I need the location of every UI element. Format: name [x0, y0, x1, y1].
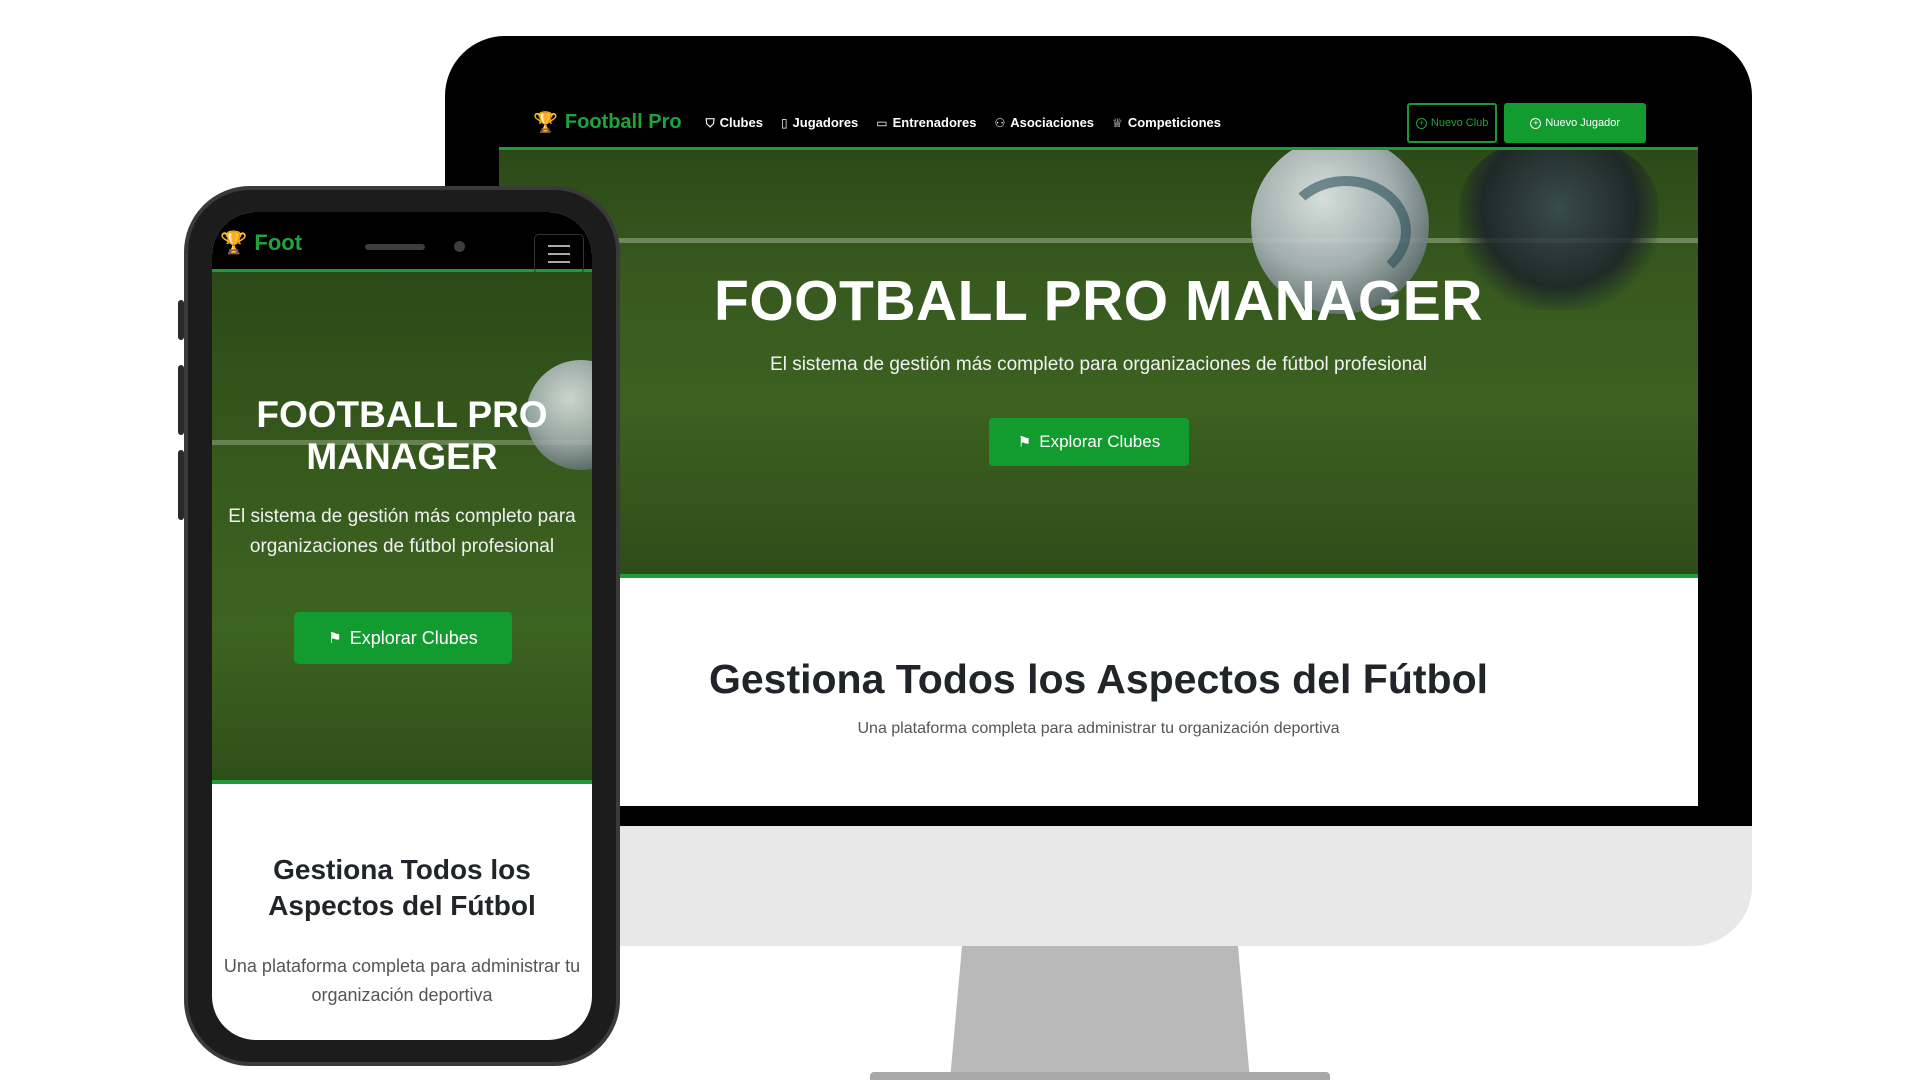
mobile-phone-mockup: 🏆 Foot FOOTBALL PRO MANAGER El sistema d… [178, 186, 620, 1066]
mobile-navbar: 🏆 Foot [212, 212, 592, 274]
hero-title: FOOTBALL PRO MANAGER [714, 269, 1483, 333]
people-icon: ⚇ [994, 115, 1006, 130]
new-club-button[interactable]: + Nuevo Club [1406, 103, 1498, 143]
hero-subtitle: El sistema de gestión más completo para … [770, 354, 1427, 375]
brand-label: Foot [254, 230, 303, 255]
nav-link-label: Entrenadores [892, 115, 977, 130]
mobile-brand[interactable]: 🏆 Foot [220, 230, 302, 256]
nav-link-label: Clubes [719, 115, 763, 130]
nav-link-clubes[interactable]: ⛉ Clubes [706, 115, 763, 130]
nav-link-label: Jugadores [792, 115, 859, 130]
nav-link-label: Competiciones [1127, 115, 1221, 130]
monitor-stand [950, 946, 1250, 1080]
mobile-screen: 🏆 Foot FOOTBALL PRO MANAGER El sistema d… [212, 212, 592, 1040]
hero-subtitle: El sistema de gestión más completo para … [228, 506, 576, 557]
flag-icon: ⚑ [1017, 434, 1032, 451]
hero-title: FOOTBALL PRO MANAGER [256, 394, 548, 477]
explore-clubs-button[interactable]: ⚑ Explorar Clubes [989, 418, 1189, 466]
plus-circle-icon: + [1415, 117, 1427, 129]
desktop-nav-actions: + Nuevo Club + Nuevo Jugador [1406, 103, 1646, 143]
new-club-label: Nuevo Club [1430, 117, 1489, 129]
section-title: Gestiona Todos los Aspectos del Fútbol [708, 656, 1489, 702]
hamburger-icon [548, 253, 570, 255]
desktop-nav-links: ⛉ Clubes ▯ Jugadores ▭ Entrenadores ⚇ As… [706, 115, 1221, 130]
explore-clubs-label: Explorar Clubes [1039, 432, 1161, 451]
mobile-hero: FOOTBALL PRO MANAGER El sistema de gesti… [212, 272, 592, 784]
phone-side-button [178, 300, 184, 340]
desktop-navbar: 🏆 Football Pro ⛉ Clubes ▯ Jugadores ▭ En… [499, 98, 1698, 150]
hamburger-icon [548, 245, 570, 247]
trophy-icon: ♕ [1112, 115, 1123, 130]
trophy-icon: 🏆 [533, 112, 558, 134]
nav-link-jugadores[interactable]: ▯ Jugadores [781, 115, 858, 130]
desktop-hero: FOOTBALL PRO MANAGER El sistema de gesti… [499, 150, 1698, 578]
desktop-monitor-mockup: 🏆 Football Pro ⛉ Clubes ▯ Jugadores ▭ En… [445, 36, 1752, 946]
phone-side-button [178, 365, 184, 435]
nav-link-competiciones[interactable]: ♕ Competiciones [1112, 115, 1221, 130]
nav-link-asociaciones[interactable]: ⚇ Asociaciones [994, 115, 1094, 130]
phone-camera [454, 241, 465, 252]
desktop-screen: 🏆 Football Pro ⛉ Clubes ▯ Jugadores ▭ En… [499, 98, 1698, 806]
desktop-brand[interactable]: 🏆 Football Pro [533, 110, 682, 135]
section-subtitle: Una plataforma completa para administrar… [223, 956, 581, 1005]
section-subtitle: Una plataforma completa para administrar… [857, 720, 1340, 737]
phone-notch [355, 212, 503, 258]
flag-icon: ⚑ [328, 630, 342, 647]
whiteboard-icon: ▭ [876, 115, 888, 130]
hamburger-icon [548, 261, 570, 263]
hamburger-menu-button[interactable] [534, 234, 584, 274]
id-card-icon: ▯ [780, 115, 788, 130]
monitor-stand-foot [870, 1072, 1330, 1080]
shield-icon: ⛉ [705, 115, 715, 130]
section-title: Gestiona Todos los Aspectos del Fútbol [268, 854, 536, 921]
plus-circle-icon: + [1530, 117, 1542, 129]
brand-label: Football Pro [564, 111, 682, 133]
new-player-label: Nuevo Jugador [1545, 117, 1620, 129]
explore-clubs-button[interactable]: ⚑ Explorar Clubes [294, 612, 512, 664]
explore-clubs-label: Explorar Clubes [349, 627, 478, 648]
nav-link-label: Asociaciones [1010, 115, 1095, 130]
trophy-icon: 🏆 [220, 230, 248, 255]
phone-side-button [178, 450, 184, 520]
desktop-features-section: Gestiona Todos los Aspectos del Fútbol U… [499, 578, 1698, 806]
phone-speaker [365, 244, 425, 250]
new-player-button[interactable]: + Nuevo Jugador [1504, 103, 1646, 143]
nav-link-entrenadores[interactable]: ▭ Entrenadores [876, 115, 976, 130]
